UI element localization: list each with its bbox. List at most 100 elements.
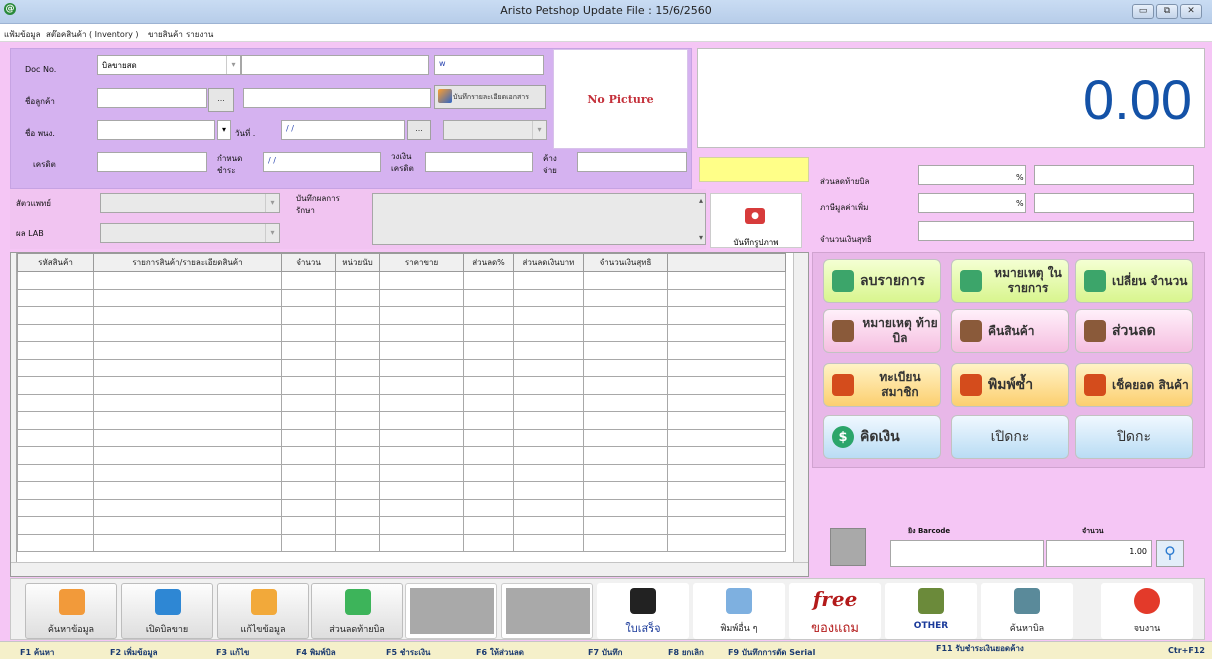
table-cell[interactable] xyxy=(513,288,584,307)
table-cell[interactable] xyxy=(583,288,668,307)
table-cell[interactable] xyxy=(335,411,380,430)
table-cell[interactable] xyxy=(335,481,380,500)
table-cell[interactable] xyxy=(583,323,668,342)
table-cell[interactable] xyxy=(281,428,336,447)
table-row[interactable] xyxy=(17,323,786,342)
item-grid[interactable]: รหัสสินค้า รายการสินค้า/รายละเอียดสินค้า… xyxy=(10,252,809,577)
customer-code-input[interactable] xyxy=(97,88,207,108)
table-row[interactable] xyxy=(17,393,786,412)
table-row[interactable] xyxy=(17,446,786,465)
table-cell[interactable] xyxy=(667,393,786,412)
table-cell[interactable] xyxy=(583,498,668,517)
table-cell[interactable] xyxy=(335,393,380,412)
table-cell[interactable] xyxy=(335,271,380,290)
vet-select[interactable]: ▾ xyxy=(100,193,280,213)
table-cell[interactable] xyxy=(281,516,336,535)
table-cell[interactable] xyxy=(335,446,380,465)
doc-type-select[interactable]: บิลขายสด ▾ xyxy=(97,55,241,75)
table-cell[interactable] xyxy=(583,306,668,325)
table-cell[interactable] xyxy=(667,288,786,307)
table-cell[interactable] xyxy=(513,393,584,412)
pay-button[interactable]: $ คิดเงิน xyxy=(823,415,941,459)
table-cell[interactable] xyxy=(281,358,336,377)
table-cell[interactable] xyxy=(667,271,786,290)
col-price[interactable]: ราคาขาย xyxy=(379,253,464,272)
table-cell[interactable] xyxy=(335,498,380,517)
table-cell[interactable] xyxy=(93,323,282,342)
table-cell[interactable] xyxy=(667,481,786,500)
money-button[interactable]: OTHER xyxy=(885,583,977,639)
table-cell[interactable] xyxy=(513,358,584,377)
printer-button[interactable]: พิมพ์อื่น ๆ xyxy=(693,583,785,639)
search-icon[interactable]: ⚲ xyxy=(1156,540,1184,567)
table-cell[interactable] xyxy=(463,446,514,465)
table-cell[interactable] xyxy=(513,306,584,325)
table-row[interactable] xyxy=(17,498,786,517)
grid-horizontal-scrollbar[interactable] xyxy=(11,562,808,576)
table-cell[interactable] xyxy=(93,271,282,290)
table-cell[interactable] xyxy=(93,358,282,377)
table-row[interactable] xyxy=(17,481,786,500)
table-cell[interactable] xyxy=(379,498,464,517)
table-cell[interactable] xyxy=(335,376,380,395)
table-cell[interactable] xyxy=(335,533,380,552)
employee-dropdown[interactable]: ▾ xyxy=(217,120,231,140)
item-note-button[interactable]: หมายเหตุ ในรายการ xyxy=(951,259,1069,303)
table-cell[interactable] xyxy=(335,341,380,360)
table-cell[interactable] xyxy=(281,481,336,500)
empty-button[interactable] xyxy=(405,583,497,639)
vat-input[interactable] xyxy=(918,193,1026,213)
reprint-button[interactable]: พิมพ์ซ้ำ xyxy=(951,363,1069,407)
table-cell[interactable] xyxy=(17,288,94,307)
table-cell[interactable] xyxy=(17,516,94,535)
table-cell[interactable] xyxy=(667,428,786,447)
col-discount-pct[interactable]: ส่วนลด% xyxy=(463,253,514,272)
employee-input[interactable] xyxy=(97,120,215,140)
table-cell[interactable] xyxy=(463,306,514,325)
col-net[interactable]: จำนวนเงินสุทธิ xyxy=(583,253,668,272)
table-cell[interactable] xyxy=(17,358,94,377)
table-row[interactable] xyxy=(17,358,786,377)
menu-file[interactable]: แฟ้มข้อมูล xyxy=(4,28,41,41)
restore-button[interactable]: ⧉ xyxy=(1156,4,1178,19)
table-row[interactable] xyxy=(17,533,786,552)
table-cell[interactable] xyxy=(463,358,514,377)
table-cell[interactable] xyxy=(583,271,668,290)
table-cell[interactable] xyxy=(583,428,668,447)
table-cell[interactable] xyxy=(379,288,464,307)
table-cell[interactable] xyxy=(463,428,514,447)
table-cell[interactable] xyxy=(281,533,336,552)
col-qty[interactable]: จำนวน xyxy=(281,253,336,272)
table-cell[interactable] xyxy=(463,323,514,342)
table-cell[interactable] xyxy=(667,533,786,552)
sale-tag-button[interactable]: ส่วนลดท้ายบิล xyxy=(311,583,403,639)
table-cell[interactable] xyxy=(463,288,514,307)
table-cell[interactable] xyxy=(93,288,282,307)
table-cell[interactable] xyxy=(281,446,336,465)
bill-discount-percent-input[interactable] xyxy=(1034,165,1194,185)
col-item-code[interactable]: รหัสสินค้า xyxy=(17,253,94,272)
table-cell[interactable] xyxy=(583,358,668,377)
power-button[interactable]: จบงาน xyxy=(1101,583,1193,639)
table-cell[interactable] xyxy=(583,481,668,500)
due-date-input[interactable]: / / xyxy=(263,152,381,172)
table-cell[interactable] xyxy=(379,376,464,395)
table-cell[interactable] xyxy=(281,498,336,517)
customer-lookup-button[interactable]: ... xyxy=(208,88,234,112)
table-cell[interactable] xyxy=(379,271,464,290)
menu-inventory[interactable]: สต๊อคสินค้า ( Inventory ) xyxy=(46,28,139,41)
save-photo-button[interactable]: ● บันทึกรูปภาพ xyxy=(710,193,802,248)
table-cell[interactable] xyxy=(667,498,786,517)
table-row[interactable] xyxy=(17,516,786,535)
net-amount-input[interactable] xyxy=(918,221,1194,241)
delete-button[interactable]: ลบรายการ xyxy=(823,259,941,303)
outstanding-input[interactable] xyxy=(577,152,687,172)
table-cell[interactable] xyxy=(379,411,464,430)
lab-select[interactable]: ▾ xyxy=(100,223,280,243)
table-cell[interactable] xyxy=(513,498,584,517)
table-cell[interactable] xyxy=(463,533,514,552)
table-cell[interactable] xyxy=(463,376,514,395)
table-row[interactable] xyxy=(17,411,786,430)
table-cell[interactable] xyxy=(513,411,584,430)
col-item-desc[interactable]: รายการสินค้า/รายละเอียดสินค้า xyxy=(93,253,282,272)
